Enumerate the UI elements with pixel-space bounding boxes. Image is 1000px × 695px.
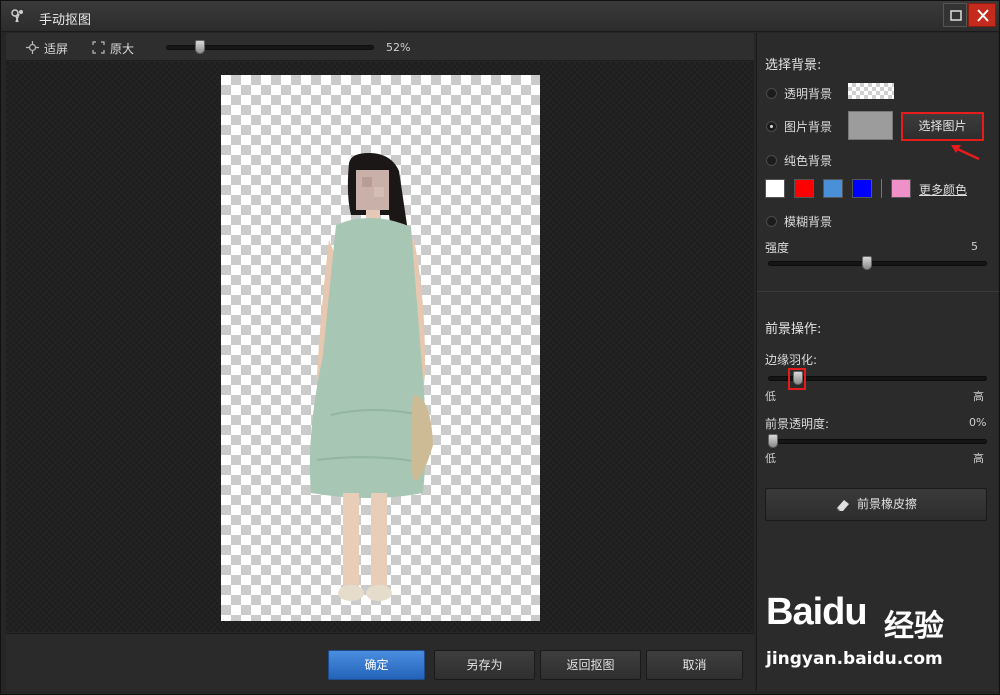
opacity-label: 前景透明度:: [765, 417, 830, 431]
watermark-brand-cn: 经验: [884, 609, 944, 644]
back-to-cutout-button[interactable]: 返回抠图: [540, 650, 641, 680]
transparent-background-label: 透明背景: [784, 87, 833, 101]
eraser-label: 前景橡皮擦: [856, 497, 917, 511]
close-button[interactable]: [968, 3, 996, 27]
image-background-label: 图片背景: [784, 120, 833, 134]
fit-screen-button[interactable]: 适屏: [26, 40, 86, 56]
color-swatch[interactable]: [765, 179, 785, 198]
feather-label: 边缘羽化:: [765, 353, 818, 367]
watermark-brand: Baidu: [766, 591, 868, 633]
maximize-icon: [950, 10, 962, 21]
strength-slider-thumb[interactable]: [862, 256, 873, 270]
zoom-value: 52%: [386, 41, 411, 54]
choose-image-button[interactable]: 选择图片: [901, 112, 984, 141]
manual-cutout-window: 手动抠图 适屏 原大 52% 确定 另存为 返回抠图 取消 选择背景: 透明背景…: [0, 0, 1000, 695]
zoom-slider-thumb[interactable]: [195, 40, 206, 54]
radio-image-background[interactable]: [766, 121, 777, 132]
color-swatch[interactable]: [852, 179, 872, 198]
fit-screen-icon: [26, 41, 39, 54]
color-swatch[interactable]: [794, 179, 814, 198]
solid-background-label: 纯色背景: [784, 154, 833, 168]
blur-background-label: 模糊背景: [784, 215, 833, 229]
red-arrow-icon: [951, 145, 980, 161]
radio-blur-background[interactable]: [766, 216, 777, 227]
eraser-icon: [836, 499, 849, 511]
title-bar: 手动抠图: [1, 1, 999, 32]
strength-value: 5: [971, 240, 978, 253]
radio-solid-background[interactable]: [766, 155, 777, 166]
color-swatch[interactable]: [823, 179, 843, 198]
original-size-label: 原大: [110, 42, 135, 56]
ok-button[interactable]: 确定: [328, 650, 425, 680]
feather-low-label: 低: [765, 390, 776, 403]
close-icon: [977, 9, 989, 22]
view-toolbar: 适屏 原大 52%: [6, 33, 754, 61]
strength-slider-track[interactable]: [768, 261, 987, 266]
watermark-url: jingyan.baidu.com: [766, 649, 943, 669]
radio-transparent-background[interactable]: [766, 88, 777, 99]
cutout-preview-image[interactable]: [221, 75, 540, 621]
background-section-title: 选择背景:: [765, 58, 822, 73]
opacity-slider-thumb[interactable]: [768, 434, 778, 448]
opacity-low-label: 低: [765, 452, 776, 465]
fit-screen-label: 适屏: [44, 42, 69, 56]
feather-high-label: 高: [973, 390, 984, 403]
cancel-button[interactable]: 取消: [646, 650, 743, 680]
opacity-value: 0%: [969, 416, 987, 429]
strength-label: 强度: [765, 241, 790, 255]
baidu-jingyan-watermark: Baidu 经验 jingyan.baidu.com: [766, 591, 996, 691]
opacity-slider-track[interactable]: [768, 439, 987, 444]
save-as-button[interactable]: 另存为: [434, 650, 535, 680]
transparent-background-swatch: [848, 83, 894, 99]
dialog-footer: 确定 另存为 返回抠图 取消: [6, 633, 754, 691]
app-logo-icon: [10, 8, 26, 24]
original-size-button[interactable]: 原大: [92, 40, 152, 56]
person-cutout-figure: [309, 153, 433, 601]
foreground-eraser-button[interactable]: 前景橡皮擦: [765, 488, 987, 521]
maximize-button[interactable]: [943, 3, 967, 27]
opacity-high-label: 高: [973, 452, 984, 465]
feather-thumb-highlight: [788, 368, 806, 390]
window-title: 手动抠图: [39, 13, 92, 28]
foreground-section-title: 前景操作:: [765, 322, 822, 337]
image-background-preview: [848, 111, 893, 140]
color-divider: [881, 179, 882, 198]
more-colors-link[interactable]: 更多颜色: [919, 181, 967, 198]
panel-divider: [757, 291, 999, 292]
color-swatch[interactable]: [891, 179, 911, 198]
original-size-icon: [92, 41, 105, 54]
